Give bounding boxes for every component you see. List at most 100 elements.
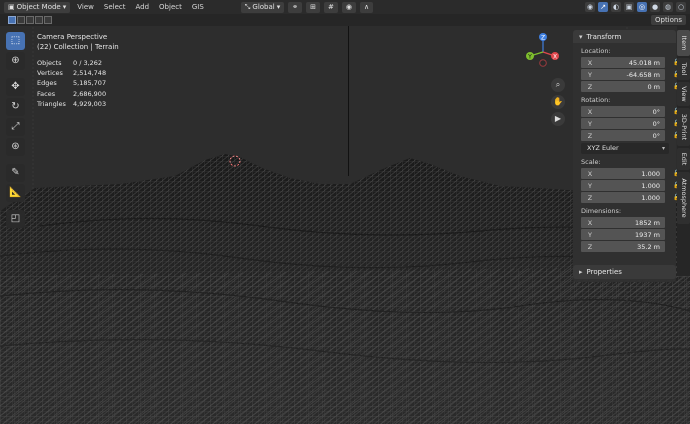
camera-frame-line	[348, 26, 349, 176]
stat-row: Faces 2,686,900	[37, 89, 106, 99]
solid-shading-icon[interactable]: ●	[650, 2, 660, 12]
select-extend-icon[interactable]	[17, 16, 25, 24]
scale-x-field[interactable]: X1.000🔓	[581, 168, 680, 179]
scale-tool-icon[interactable]: ⤢	[6, 118, 25, 136]
stat-label: Edges	[37, 79, 57, 88]
stat-label: Vertices	[37, 69, 63, 78]
stat-row: Objects 0 / 3,262	[37, 58, 106, 68]
rotate-tool-icon[interactable]: ↻	[6, 98, 25, 116]
eye-icon[interactable]: ◉	[585, 2, 595, 12]
cursor-tool-icon[interactable]: ⊕	[6, 52, 25, 70]
properties-title: Properties	[586, 268, 622, 276]
options-button[interactable]: Options	[650, 15, 686, 25]
gizmo-y-label: Y	[527, 53, 532, 60]
snap-icon: ⊞	[310, 3, 317, 11]
orientation-icon: ⤡	[244, 2, 251, 11]
overlay-icon[interactable]: ◐	[611, 2, 621, 12]
properties-panel-header[interactable]: ▸ Properties	[573, 265, 676, 279]
rotation-x-field[interactable]: X0°🔓	[581, 106, 680, 117]
tab-3d-print[interactable]: 3D-Print	[677, 108, 690, 146]
select-invert-icon[interactable]	[35, 16, 43, 24]
tab-view[interactable]: View	[677, 82, 690, 106]
select-subtract-icon[interactable]	[26, 16, 34, 24]
rotation-y-field[interactable]: Y0°🔓	[581, 118, 680, 129]
xray-icon[interactable]: ▣	[624, 2, 634, 12]
stat-label: Triangles	[37, 99, 66, 108]
proportional-edit-icon: ◉	[345, 3, 352, 11]
camera-view-icon[interactable]: ▶	[551, 112, 565, 126]
pivot-selector[interactable]: ⚭	[288, 1, 303, 13]
tab-edit[interactable]: Edit	[677, 148, 690, 170]
zoom-icon[interactable]: ⌕	[551, 78, 565, 92]
menu-gis[interactable]: GIS	[189, 3, 207, 11]
rendered-shading-icon[interactable]: ○	[676, 2, 686, 12]
add-cube-tool-icon[interactable]: ◰	[6, 210, 25, 228]
stat-row: Vertices 2,514,748	[37, 68, 106, 78]
dimensions-z-field[interactable]: Z 35.2 m	[581, 241, 665, 252]
location-label: Location:	[581, 47, 611, 55]
proportional-edit-toggle[interactable]: ◉	[341, 1, 356, 13]
tool-shelf: ⬚ ⊕ ✥ ↻ ⤢ ⊛ ✎ 📐 ◰	[6, 32, 25, 228]
falloff-curve-icon: ∧	[364, 3, 370, 11]
menu-object[interactable]: Object	[156, 3, 185, 11]
tab-atmosphere[interactable]: Atmosphere	[677, 172, 690, 224]
chevron-down-icon: ▾	[579, 32, 583, 41]
chevron-down-icon: ▾	[62, 3, 67, 11]
tool-settings-bar: Options	[0, 14, 690, 26]
falloff-selector[interactable]: ∧	[360, 1, 374, 13]
scale-z-field[interactable]: Z1.000🔓	[581, 192, 680, 203]
chevron-down-icon: ▾	[661, 145, 665, 152]
menu-add[interactable]: Add	[132, 3, 152, 11]
menu-select[interactable]: Select	[101, 3, 129, 11]
select-new-icon[interactable]	[8, 16, 16, 24]
pan-hand-icon[interactable]: ✋	[551, 95, 565, 109]
stat-label: Objects	[37, 59, 62, 67]
snap-toggle[interactable]: ⊞	[306, 1, 321, 13]
tab-item[interactable]: Item	[677, 30, 690, 56]
dimensions-x-field[interactable]: X 1852 m	[581, 217, 665, 228]
transform-title: Transform	[586, 32, 622, 41]
stat-value: 2,514,748	[73, 69, 107, 78]
measure-tool-icon[interactable]: 📐	[6, 184, 25, 202]
transform-orientation-selector[interactable]: ⤡ Global ▾	[240, 1, 285, 13]
view-name: Camera Perspective	[37, 33, 108, 41]
rotation-mode-select[interactable]: XYZ Euler ▾	[581, 143, 669, 154]
rotation-label: Rotation:	[581, 96, 611, 104]
dimensions-label: Dimensions:	[581, 207, 622, 215]
grid-icon: #	[328, 3, 334, 11]
location-z-field[interactable]: Z0 m🔓	[581, 81, 680, 92]
annotate-tool-icon[interactable]: ✎	[6, 164, 25, 182]
mode-label: Object Mode	[16, 3, 61, 11]
snap-target-selector[interactable]: #	[324, 1, 338, 13]
link-icon: ⚭	[292, 3, 299, 11]
rotation-mode-value: XYZ Euler	[587, 144, 619, 152]
chevron-down-icon: ▾	[276, 3, 281, 11]
stat-value: 0 / 3,262	[73, 59, 103, 67]
chevron-right-icon: ▸	[579, 268, 583, 276]
stat-value: 4,929,003	[73, 99, 107, 108]
wireframe-shading-icon[interactable]: ◎	[637, 2, 647, 12]
stat-value: 5,185,707	[73, 79, 107, 88]
stat-value: 2,686,900	[73, 89, 107, 98]
location-x-field[interactable]: X45.018 m🔓	[581, 57, 680, 68]
navigation-gizmo[interactable]: Z X Y	[525, 32, 561, 68]
material-shading-icon[interactable]: ◍	[663, 2, 673, 12]
view-info: Camera Perspective (22) Collection | Ter…	[37, 32, 119, 52]
sidebar-n-panel: ▾ Transform Location: X45.018 m🔓 Y-64.65…	[573, 30, 680, 282]
selection-mode-group	[8, 16, 52, 24]
gizmo-toggle-icon[interactable]: ↗	[598, 2, 608, 12]
select-intersect-icon[interactable]	[44, 16, 52, 24]
rotation-z-field[interactable]: Z0°🔓	[581, 130, 680, 141]
dimensions-y-field[interactable]: Y 1937 m	[581, 229, 665, 240]
location-y-field[interactable]: Y-64.658 m🔓	[581, 69, 680, 80]
mode-selector[interactable]: ▣ Object Mode ▾	[4, 1, 71, 13]
tab-tool[interactable]: Tool	[677, 58, 690, 80]
select-box-tool-icon[interactable]: ⬚	[6, 32, 25, 50]
scale-y-field[interactable]: Y1.000🔓	[581, 180, 680, 191]
menu-view[interactable]: View	[74, 3, 97, 11]
stat-row: Edges 5,185,707	[37, 78, 106, 88]
transform-tool-icon[interactable]: ⊛	[6, 138, 25, 156]
gizmo-x-label: X	[553, 53, 557, 60]
transform-panel-header[interactable]: ▾ Transform	[573, 30, 676, 43]
move-tool-icon[interactable]: ✥	[6, 78, 25, 96]
